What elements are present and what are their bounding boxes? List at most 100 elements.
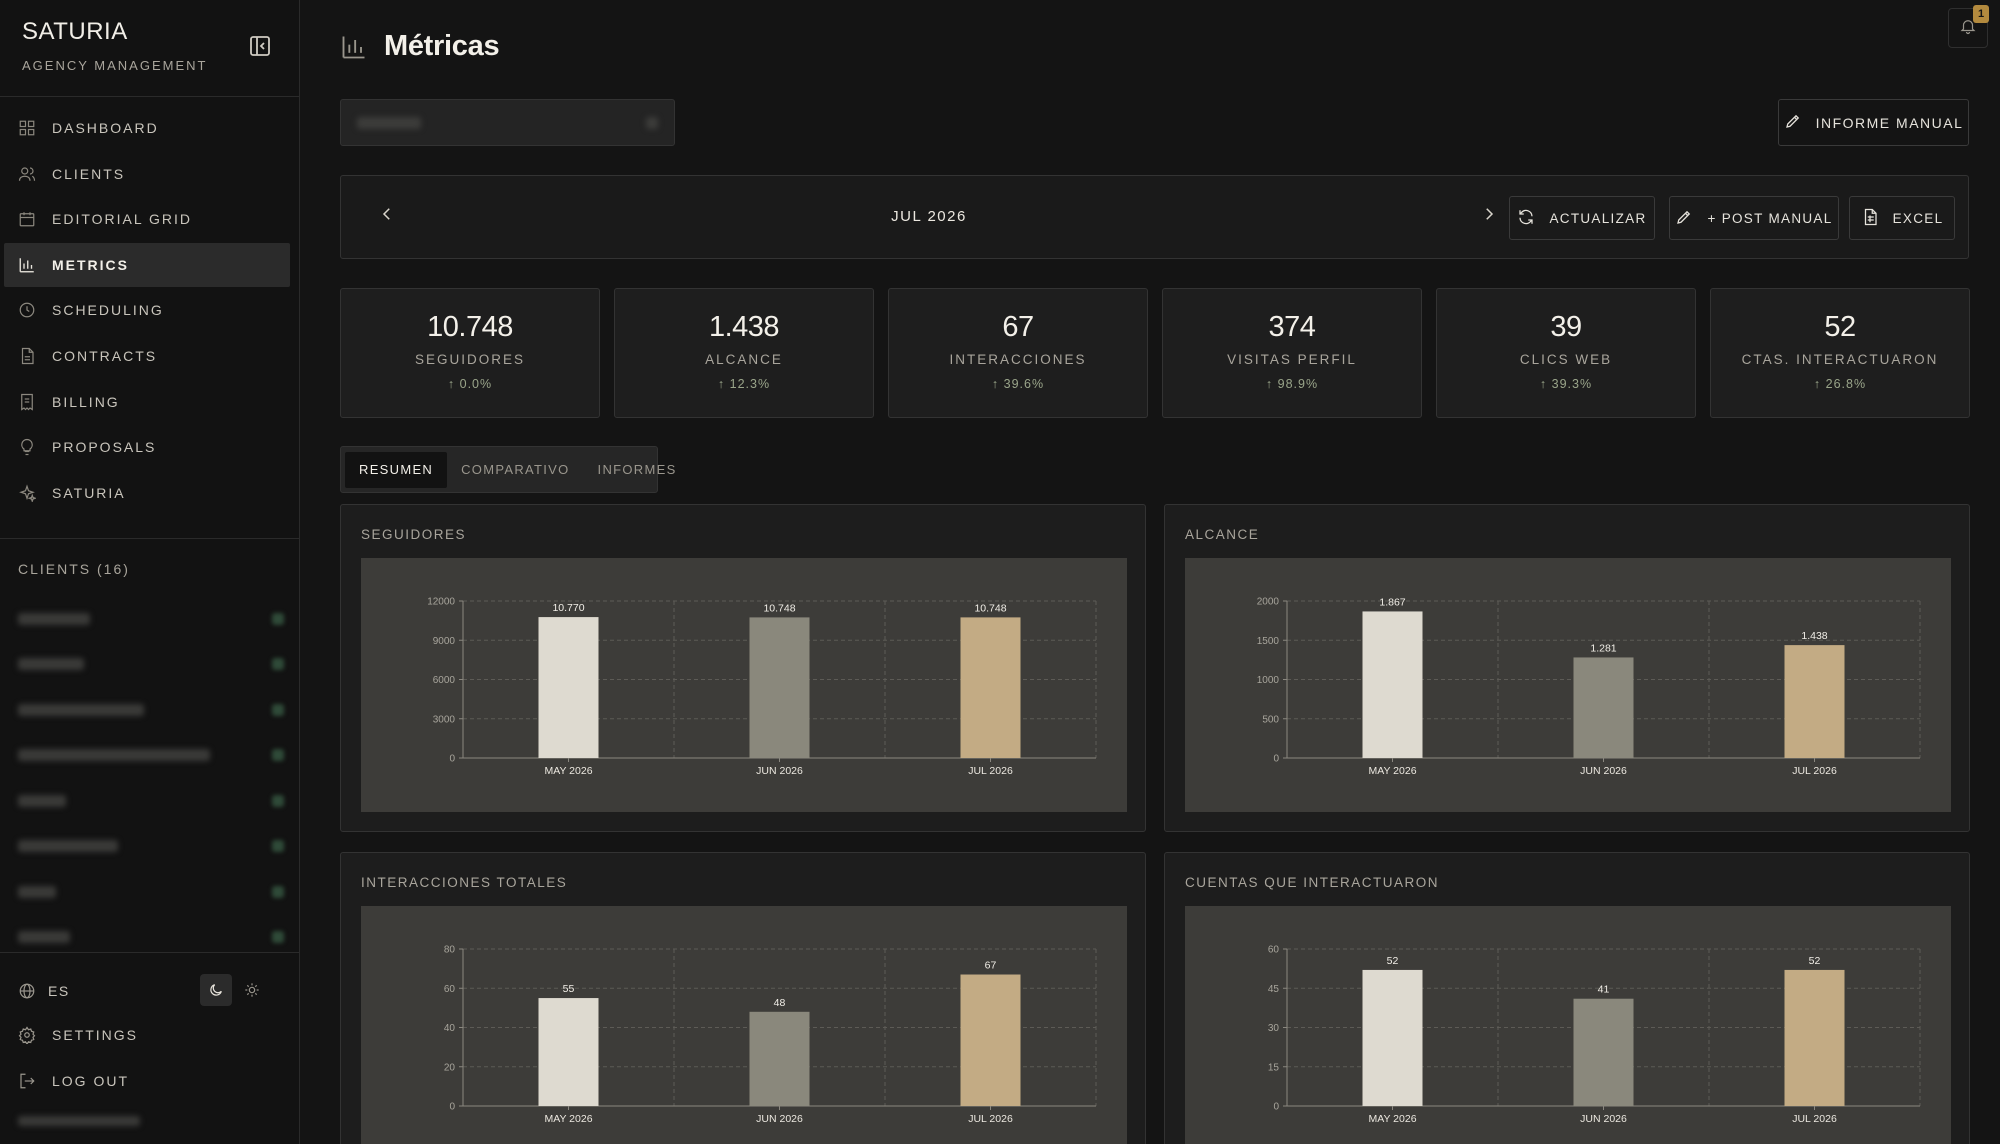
metrics-tabs: RESUMEN COMPARATIVO INFORMES	[340, 446, 675, 493]
moon-icon[interactable]	[200, 974, 232, 1006]
data-label: 10.770	[552, 602, 584, 614]
informe-manual-label: INFORME MANUAL	[1815, 114, 1964, 131]
client-list-item[interactable]	[18, 642, 284, 688]
y-tick-label: 500	[1262, 714, 1279, 725]
client-list	[18, 596, 284, 960]
client-list-item[interactable]	[18, 687, 284, 733]
logout-icon	[18, 1072, 36, 1090]
notifications-button[interactable]: 1	[1948, 5, 1989, 48]
kpi-value: 1.438	[708, 311, 780, 343]
y-tick-label: 40	[444, 1023, 456, 1034]
kpi-card-visitas-perfil: 374 VISITAS PERFIL ↑ 98.9%	[1162, 288, 1422, 418]
chevron-right-icon	[1480, 205, 1498, 228]
logout-link[interactable]: LOG OUT	[18, 1066, 129, 1096]
post-manual-button[interactable]: + POST MANUAL	[1669, 196, 1839, 240]
bar	[1573, 998, 1634, 1106]
sidebar-item-editorial-grid[interactable]: EDITORIAL GRID	[4, 197, 290, 241]
y-tick-label: 9000	[433, 636, 456, 647]
chart-title: CUENTAS QUE INTERACTUARON	[1185, 875, 1440, 890]
y-tick-label: 0	[449, 754, 455, 765]
y-tick-label: 45	[1268, 984, 1280, 995]
kpi-label: CLICS WEB	[1519, 352, 1613, 367]
kpi-card-seguidores: 10.748 SEGUIDORES ↑ 0.0%	[340, 288, 600, 418]
selected-client-value	[357, 116, 421, 129]
bar	[749, 1011, 810, 1106]
informe-manual-button[interactable]: INFORME MANUAL	[1778, 99, 1969, 146]
sidebar-item-metrics[interactable]: METRICS	[4, 242, 290, 287]
user-email	[18, 1116, 140, 1126]
sidebar-item-clients[interactable]: CLIENTS	[4, 152, 290, 196]
kpi-row: 10.748 SEGUIDORES ↑ 0.0% 1.438 ALCANCE ↑…	[340, 288, 1970, 418]
bar-chart-seguidores: 0 3000 6000 9000 12000 10.770 MAY 2026 10.748 JU…	[427, 597, 1097, 777]
sidebar-item-label: BILLING	[52, 393, 120, 410]
client-select[interactable]	[340, 99, 675, 146]
bar-chart-icon	[18, 256, 36, 274]
excel-button[interactable]: EXCEL	[1849, 196, 1955, 240]
data-label: 1.281	[1590, 642, 1616, 654]
current-month: JUL 2026	[891, 208, 967, 225]
y-tick-label: 3000	[433, 714, 456, 725]
chart-card-interacciones-totales: INTERACCIONES TOTALES 0 20 40 60 80 55 MAY 202…	[340, 852, 1146, 1144]
clock-icon	[18, 301, 36, 319]
bar	[749, 617, 810, 758]
bar	[1784, 969, 1845, 1106]
sidebar-item-label: SCHEDULING	[52, 302, 164, 319]
lightbulb-icon	[18, 438, 36, 456]
sidebar-item-dashboard[interactable]: DASHBOARD	[4, 106, 290, 150]
theme-toggle	[200, 974, 268, 1006]
sidebar-collapse-icon[interactable]	[248, 34, 274, 60]
x-tick-label: MAY 2026	[1368, 765, 1416, 777]
bar-chart-icon	[340, 33, 368, 61]
sidebar-item-saturia[interactable]: SATURIA	[4, 471, 290, 515]
sidebar-item-scheduling[interactable]: SCHEDULING	[4, 288, 290, 332]
client-list-item[interactable]	[18, 733, 284, 779]
kpi-value: 67	[1002, 311, 1034, 343]
page-title: Métricas	[384, 30, 500, 62]
next-month-button[interactable]	[1477, 204, 1501, 228]
pencil-icon	[1675, 208, 1707, 229]
kpi-label: CTAS. INTERACTUARON	[1741, 352, 1939, 367]
sidebar-divider	[0, 538, 300, 539]
client-list-item[interactable]	[18, 824, 284, 870]
dashboard-icon	[18, 119, 36, 137]
sparkles-icon	[18, 484, 36, 502]
x-tick-label: JUN 2026	[1580, 1113, 1627, 1125]
client-list-item[interactable]	[18, 596, 284, 642]
tab-comparativo[interactable]: COMPARATIVO	[447, 452, 583, 488]
client-list-item[interactable]	[18, 869, 284, 915]
bar	[1784, 645, 1845, 758]
sidebar-divider	[0, 96, 300, 97]
sidebar-item-billing[interactable]: BILLING	[4, 380, 290, 424]
settings-link[interactable]: SETTINGS	[18, 1020, 138, 1050]
excel-label: EXCEL	[1892, 210, 1944, 226]
notification-badge: 1	[1973, 5, 1989, 23]
refresh-icon	[1517, 208, 1549, 229]
client-list-item[interactable]	[18, 915, 284, 961]
sidebar-item-proposals[interactable]: PROPOSALS	[4, 425, 290, 469]
kpi-label: SEGUIDORES	[414, 352, 526, 367]
bar-chart-cuentas: 0 15 30 45 60 52 MAY 2026 41 JUN 2026 52 JUL 2026	[1268, 945, 1921, 1125]
users-icon	[18, 165, 36, 183]
x-tick-label: JUN 2026	[756, 1113, 803, 1125]
sidebar-item-contracts[interactable]: CONTRACTS	[4, 334, 290, 378]
language-selector[interactable]: ES	[18, 974, 280, 1006]
tab-resumen[interactable]: RESUMEN	[345, 451, 448, 488]
logout-label: LOG OUT	[52, 1073, 130, 1089]
post-manual-label: + POST MANUAL	[1707, 210, 1833, 226]
globe-icon	[18, 982, 36, 1000]
actualizar-button[interactable]: ACTUALIZAR	[1509, 196, 1655, 240]
bar	[960, 617, 1021, 758]
bar	[1573, 657, 1634, 758]
y-tick-label: 30	[1268, 1023, 1280, 1034]
tab-informes[interactable]: INFORMES	[584, 452, 691, 488]
sidebar: SATURIA AGENCY MANAGEMENT DASHBOARD CLIE…	[0, 0, 300, 1144]
kpi-change: ↑ 39.6%	[991, 377, 1045, 391]
client-list-item[interactable]	[18, 778, 284, 824]
kpi-card-clics-web: 39 CLICS WEB ↑ 39.3%	[1436, 288, 1696, 418]
data-label: 48	[774, 997, 786, 1009]
data-label: 10.748	[974, 602, 1006, 614]
document-icon	[18, 347, 36, 365]
language-label: ES	[48, 983, 70, 999]
sun-icon[interactable]	[236, 974, 268, 1006]
kpi-label: ALCANCE	[705, 352, 783, 367]
